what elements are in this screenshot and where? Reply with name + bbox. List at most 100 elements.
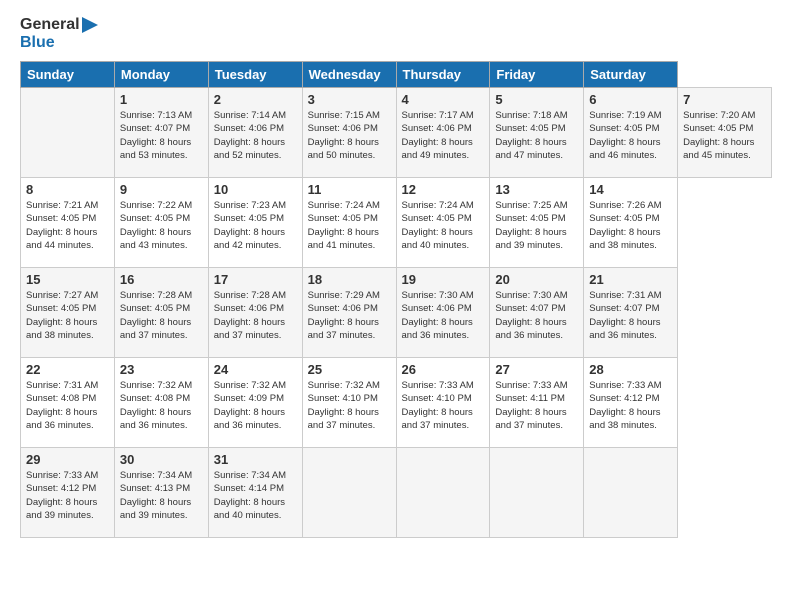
- info-line: Sunrise: 7:33 AM: [26, 469, 109, 482]
- day-info: Sunrise: 7:22 AMSunset: 4:05 PMDaylight:…: [120, 199, 203, 252]
- info-line: and 45 minutes.: [683, 149, 766, 162]
- day-number: 9: [120, 182, 203, 197]
- day-info: Sunrise: 7:32 AMSunset: 4:10 PMDaylight:…: [308, 379, 391, 432]
- info-line: and 37 minutes.: [495, 419, 578, 432]
- info-line: Sunrise: 7:33 AM: [589, 379, 672, 392]
- info-line: and 36 minutes.: [589, 329, 672, 342]
- logo-blue-text: Blue: [20, 34, 98, 52]
- day-info: Sunrise: 7:17 AMSunset: 4:06 PMDaylight:…: [402, 109, 485, 162]
- day-number: 28: [589, 362, 672, 377]
- logo-general-text: General: [20, 16, 80, 34]
- info-line: Daylight: 8 hours: [402, 226, 485, 239]
- calendar-table: SundayMondayTuesdayWednesdayThursdayFrid…: [20, 61, 772, 538]
- logo: General Blue: [20, 16, 98, 51]
- calendar-cell-2-5: 20Sunrise: 7:30 AMSunset: 4:07 PMDayligh…: [490, 268, 584, 358]
- info-line: Sunrise: 7:34 AM: [214, 469, 297, 482]
- day-number: 3: [308, 92, 391, 107]
- header-tuesday: Tuesday: [208, 62, 302, 88]
- calendar-cell-1-5: 13Sunrise: 7:25 AMSunset: 4:05 PMDayligh…: [490, 178, 584, 268]
- day-number: 31: [214, 452, 297, 467]
- day-number: 11: [308, 182, 391, 197]
- info-line: Sunrise: 7:25 AM: [495, 199, 578, 212]
- day-info: Sunrise: 7:32 AMSunset: 4:08 PMDaylight:…: [120, 379, 203, 432]
- day-info: Sunrise: 7:26 AMSunset: 4:05 PMDaylight:…: [589, 199, 672, 252]
- calendar-cell-1-4: 12 Sunrise: 7:24 AMSunset: 4:05 PMDayligh…: [396, 178, 490, 268]
- day-number: 25: [308, 362, 391, 377]
- info-line: Sunrise: 7:15 AM: [308, 109, 391, 122]
- week-row-3: 15Sunrise: 7:27 AMSunset: 4:05 PMDayligh…: [21, 268, 772, 358]
- info-line: Sunrise: 7:13 AM: [120, 109, 203, 122]
- day-number: 23: [120, 362, 203, 377]
- info-line: Sunrise: 7:18 AM: [495, 109, 578, 122]
- day-info: Sunrise: 7:33 AMSunset: 4:11 PMDaylight:…: [495, 379, 578, 432]
- info-line: Sunset: 4:06 PM: [214, 122, 297, 135]
- day-number: 19: [402, 272, 485, 287]
- day-number: 14: [589, 182, 672, 197]
- week-row-5: 29Sunrise: 7:33 AMSunset: 4:12 PMDayligh…: [21, 448, 772, 538]
- info-line: and 38 minutes.: [26, 329, 109, 342]
- info-line: and 36 minutes.: [120, 419, 203, 432]
- calendar-cell-1-3: 11 Sunrise: 7:24 AMSunset: 4:05 PMDayligh…: [302, 178, 396, 268]
- calendar-cell-3-6: 28 Sunrise: 7:33 AMSunset: 4:12 PMDayligh…: [584, 358, 678, 448]
- day-number: 15: [26, 272, 109, 287]
- calendar-body: 1Sunrise: 7:13 AMSunset: 4:07 PMDaylight…: [21, 88, 772, 538]
- header-sunday: Sunday: [21, 62, 115, 88]
- calendar-cell-2-2: 17Sunrise: 7:28 AMSunset: 4:06 PMDayligh…: [208, 268, 302, 358]
- info-line: Daylight: 8 hours: [683, 136, 766, 149]
- info-line: and 40 minutes.: [214, 509, 297, 522]
- day-info: Sunrise: 7:33 AMSunset: 4:12 PMDaylight:…: [26, 469, 109, 522]
- header: General Blue: [20, 16, 772, 51]
- info-line: Daylight: 8 hours: [26, 496, 109, 509]
- day-number: 6: [589, 92, 672, 107]
- day-info: Sunrise: 7:19 AMSunset: 4:05 PMDaylight:…: [589, 109, 672, 162]
- info-line: Sunrise: 7:21 AM: [26, 199, 109, 212]
- info-line: Sunrise: 7:23 AM: [214, 199, 297, 212]
- day-info: Sunrise: 7:31 AMSunset: 4:08 PMDaylight:…: [26, 379, 109, 432]
- info-line: Daylight: 8 hours: [495, 316, 578, 329]
- day-info: Sunrise: 7:32 AMSunset: 4:09 PMDaylight:…: [214, 379, 297, 432]
- info-line: and 37 minutes.: [120, 329, 203, 342]
- day-info: Sunrise: 7:24 AMSunset: 4:05 PMDaylight:…: [402, 199, 485, 252]
- info-line: Sunset: 4:12 PM: [589, 392, 672, 405]
- info-line: Sunset: 4:08 PM: [120, 392, 203, 405]
- info-line: Sunset: 4:05 PM: [214, 212, 297, 225]
- day-info: Sunrise: 7:24 AMSunset: 4:05 PMDaylight:…: [308, 199, 391, 252]
- info-line: Sunset: 4:05 PM: [120, 302, 203, 315]
- info-line: Daylight: 8 hours: [589, 406, 672, 419]
- info-line: Sunset: 4:14 PM: [214, 482, 297, 495]
- day-info: Sunrise: 7:29 AMSunset: 4:06 PMDaylight:…: [308, 289, 391, 342]
- info-line: Sunset: 4:06 PM: [308, 122, 391, 135]
- calendar-cell-2-6: 21Sunrise: 7:31 AMSunset: 4:07 PMDayligh…: [584, 268, 678, 358]
- info-line: and 37 minutes.: [308, 419, 391, 432]
- calendar-cell-0-0: [21, 88, 115, 178]
- day-number: 5: [495, 92, 578, 107]
- week-row-2: 8Sunrise: 7:21 AMSunset: 4:05 PMDaylight…: [21, 178, 772, 268]
- info-line: Daylight: 8 hours: [120, 316, 203, 329]
- day-number: 12: [402, 182, 485, 197]
- day-info: Sunrise: 7:31 AMSunset: 4:07 PMDaylight:…: [589, 289, 672, 342]
- day-info: Sunrise: 7:14 AMSunset: 4:06 PMDaylight:…: [214, 109, 297, 162]
- day-number: 27: [495, 362, 578, 377]
- info-line: Sunrise: 7:32 AM: [120, 379, 203, 392]
- info-line: Daylight: 8 hours: [308, 136, 391, 149]
- info-line: Sunrise: 7:27 AM: [26, 289, 109, 302]
- info-line: and 49 minutes.: [402, 149, 485, 162]
- day-number: 4: [402, 92, 485, 107]
- calendar-cell-3-2: 24Sunrise: 7:32 AMSunset: 4:09 PMDayligh…: [208, 358, 302, 448]
- info-line: Daylight: 8 hours: [26, 316, 109, 329]
- calendar-cell-1-0: 8Sunrise: 7:21 AMSunset: 4:05 PMDaylight…: [21, 178, 115, 268]
- info-line: and 37 minutes.: [402, 419, 485, 432]
- calendar-cell-1-2: 10Sunrise: 7:23 AMSunset: 4:05 PMDayligh…: [208, 178, 302, 268]
- info-line: Sunrise: 7:31 AM: [26, 379, 109, 392]
- info-line: Sunset: 4:05 PM: [120, 212, 203, 225]
- info-line: and 36 minutes.: [26, 419, 109, 432]
- info-line: and 39 minutes.: [120, 509, 203, 522]
- calendar-cell-0-4: 4 Sunrise: 7:17 AMSunset: 4:06 PMDaylight…: [396, 88, 490, 178]
- info-line: Sunset: 4:05 PM: [683, 122, 766, 135]
- calendar-cell-1-1: 9 Sunrise: 7:22 AMSunset: 4:05 PMDaylight…: [114, 178, 208, 268]
- info-line: Sunrise: 7:32 AM: [214, 379, 297, 392]
- info-line: and 36 minutes.: [402, 329, 485, 342]
- day-info: Sunrise: 7:23 AMSunset: 4:05 PMDaylight:…: [214, 199, 297, 252]
- info-line: and 36 minutes.: [214, 419, 297, 432]
- info-line: Sunrise: 7:34 AM: [120, 469, 203, 482]
